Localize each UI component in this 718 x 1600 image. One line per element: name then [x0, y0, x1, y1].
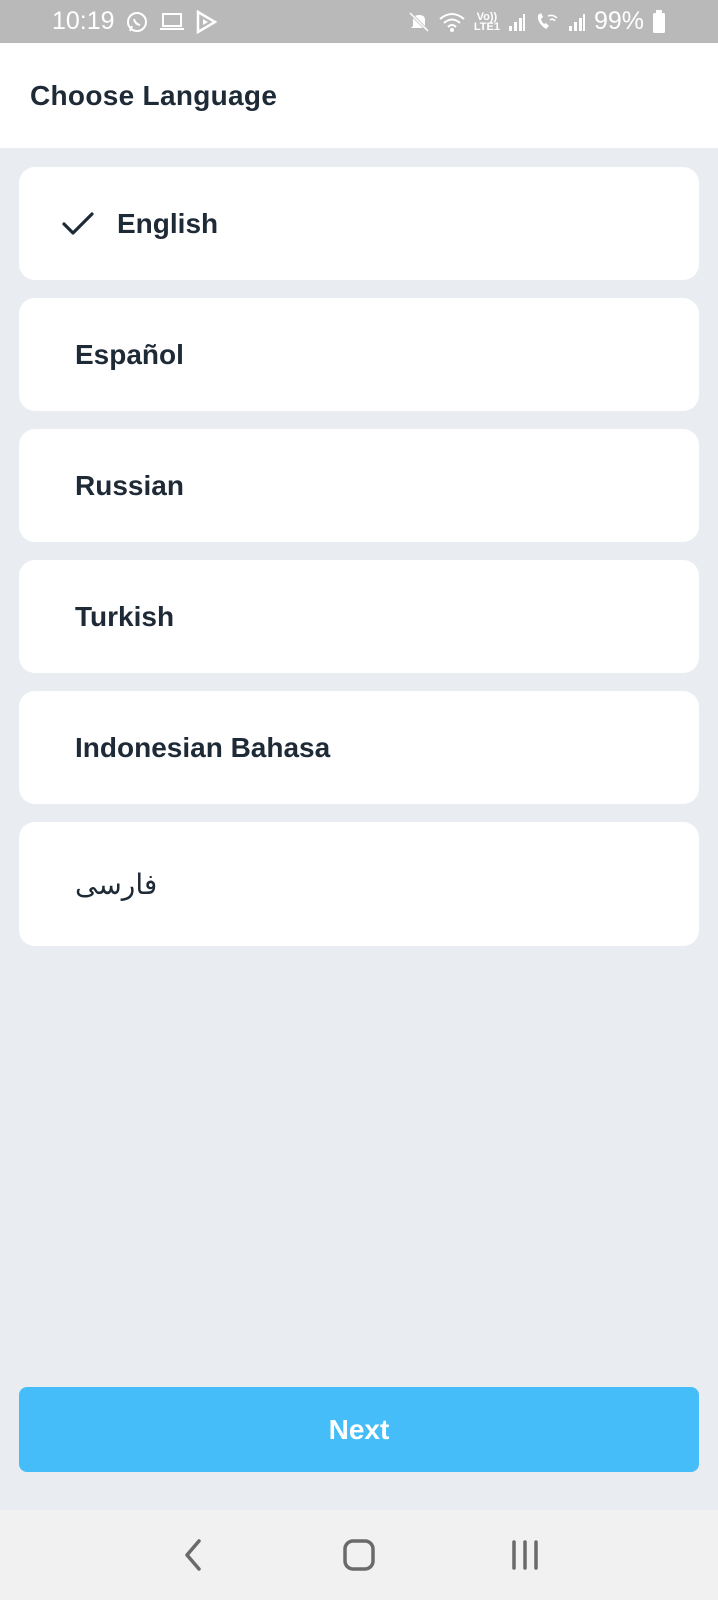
status-bar: 10:19 Vo)) LTE1 99%: [0, 0, 718, 43]
volte-lte-icon: Vo)) LTE1: [473, 10, 500, 33]
app-header: Choose Language: [0, 43, 718, 148]
back-button[interactable]: [163, 1525, 223, 1585]
whatsapp-icon: [125, 10, 149, 34]
laptop-icon: [159, 11, 185, 33]
language-label: Indonesian Bahasa: [75, 731, 331, 763]
mute-icon: [408, 11, 430, 33]
home-button[interactable]: [329, 1525, 389, 1585]
recents-icon: [512, 1540, 538, 1570]
signal-icon: [508, 12, 526, 32]
language-label: Turkish: [75, 600, 175, 632]
language-list: English Español Russian Turkish Indonesi…: [19, 167, 699, 964]
recents-button[interactable]: [495, 1525, 555, 1585]
wifi-call-icon: [534, 11, 560, 33]
battery-icon: [652, 9, 666, 34]
status-time: 10:19: [52, 7, 115, 35]
language-option-russian[interactable]: Russian: [19, 429, 699, 542]
language-option-indonesian[interactable]: Indonesian Bahasa: [19, 691, 699, 804]
language-option-farsi[interactable]: فارسی: [19, 822, 699, 946]
system-nav-bar: [0, 1510, 718, 1600]
home-icon: [343, 1539, 375, 1571]
language-option-turkish[interactable]: Turkish: [19, 560, 699, 673]
status-right: Vo)) LTE1 99%: [408, 7, 666, 36]
battery-percent: 99%: [593, 7, 644, 35]
language-label: Español: [75, 338, 184, 370]
status-left: 10:19: [52, 7, 217, 36]
checkmark-icon: [61, 209, 95, 239]
signal-icon: [568, 12, 586, 32]
next-button[interactable]: Next: [19, 1387, 699, 1472]
language-option-espanol[interactable]: Español: [19, 298, 699, 411]
play-icon: [195, 9, 217, 34]
language-label: English: [117, 207, 219, 239]
wifi-icon: [438, 11, 466, 33]
language-option-english[interactable]: English: [19, 167, 699, 280]
back-icon: [185, 1539, 201, 1571]
language-label: فارسی: [75, 868, 158, 900]
page-title: Choose Language: [30, 79, 278, 111]
language-label: Russian: [75, 469, 184, 501]
